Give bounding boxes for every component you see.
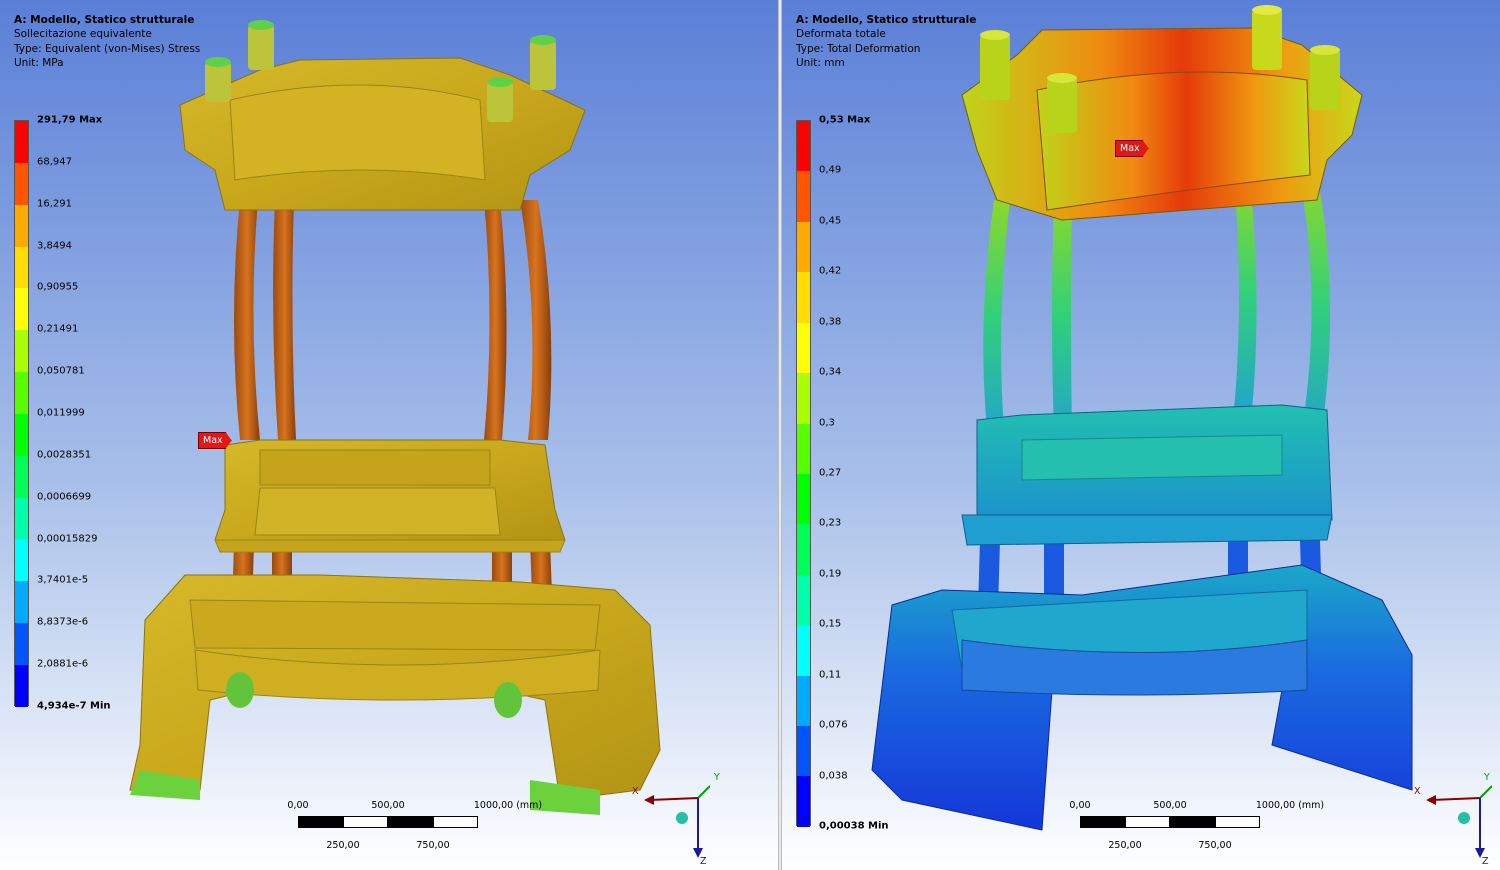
- scale-label: 1000,00 (mm): [1255, 800, 1325, 811]
- middle-plate: [961, 514, 1333, 546]
- scale-label: 750,00: [416, 840, 450, 851]
- scale-segment: [1215, 816, 1260, 828]
- lower-rod-left-2: [1044, 540, 1064, 600]
- x-axis-label: X: [1414, 786, 1421, 797]
- stress-viewport[interactable]: A: Modello, Statico strutturale Sollecit…: [0, 0, 778, 870]
- scale-bar: 0,00 500,00 1000,00 (mm) 250,00 750,00: [287, 800, 542, 860]
- scale-segment: [388, 816, 433, 828]
- scale-label: 500,00: [1153, 800, 1187, 811]
- tie-rod-front-left: [273, 200, 296, 440]
- z-axis-label: Z: [700, 856, 707, 867]
- axis-triad[interactable]: X Y Z: [1412, 770, 1493, 870]
- tie-rod-back-right: [1300, 180, 1331, 430]
- scale-label: 250,00: [1108, 840, 1142, 851]
- middle-crosshead-face: [254, 487, 501, 536]
- max-marker[interactable]: Max: [198, 432, 232, 449]
- axis-triad-icon: [1426, 785, 1493, 858]
- tie-rod-front-left: [1052, 200, 1072, 430]
- tie-rod-back-left: [234, 200, 260, 440]
- scale-segment: [343, 816, 388, 828]
- tie-rod-front-right: [484, 200, 507, 440]
- scale-segment: [298, 816, 343, 828]
- x-axis-label: X: [632, 786, 639, 797]
- top-crosshead-face: [229, 84, 486, 181]
- z-axis-label: Z: [1482, 856, 1489, 867]
- y-axis-label: Y: [714, 772, 720, 783]
- stress-model-view[interactable]: [0, 0, 778, 870]
- axis-triad-icon: [644, 785, 711, 858]
- deformation-model-view[interactable]: [782, 0, 1500, 870]
- scale-segment: [1080, 816, 1125, 828]
- middle-crosshead-ribs: [1021, 434, 1283, 481]
- scale-segment: [433, 816, 478, 828]
- y-axis-label: Y: [1484, 772, 1490, 783]
- scale-segment: [1125, 816, 1170, 828]
- tie-rod-front-right: [1234, 180, 1257, 410]
- scale-label: 0,00: [287, 800, 309, 811]
- scale-label: 750,00: [1198, 840, 1232, 851]
- tie-rod-back-left: [983, 200, 1010, 430]
- scale-bar: 0,00 500,00 1000,00 (mm) 250,00 750,00: [1069, 800, 1324, 860]
- max-marker[interactable]: Max: [1115, 140, 1149, 157]
- deformation-viewport[interactable]: A: Modello, Statico strutturale Deformat…: [782, 0, 1500, 870]
- scale-label: 500,00: [371, 800, 405, 811]
- axis-triad[interactable]: X Y Z: [630, 770, 720, 870]
- scale-segment: [1170, 816, 1215, 828]
- scale-label: 0,00: [1069, 800, 1091, 811]
- scale-label: 1000,00 (mm): [473, 800, 543, 811]
- middle-plate: [214, 539, 566, 553]
- scale-label: 250,00: [326, 840, 360, 851]
- tie-rod-back-right: [520, 200, 552, 440]
- middle-crosshead-ribs: [259, 449, 491, 486]
- base-table: [189, 599, 601, 651]
